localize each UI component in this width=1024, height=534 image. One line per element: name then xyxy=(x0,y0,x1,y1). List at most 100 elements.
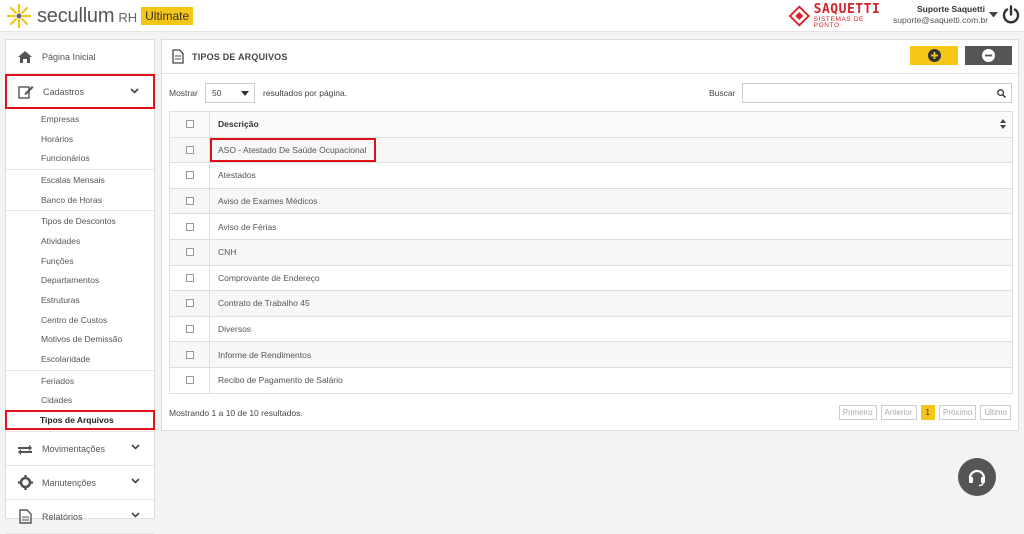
sidebar-item-label: Manutenções xyxy=(42,477,97,488)
row-select-cell[interactable] xyxy=(169,187,210,215)
delete-button[interactable] xyxy=(965,46,1012,65)
description-cell: Contrato de Trabalho 45 xyxy=(209,290,1013,317)
table-row[interactable]: Aviso de Férias xyxy=(169,213,1013,240)
chevron-down-icon xyxy=(131,478,140,484)
description-text: CNH xyxy=(218,247,237,258)
row-select-cell[interactable] xyxy=(169,162,210,189)
partner-name: SAQUETTI xyxy=(813,1,881,17)
sidebar-item-label: Página Inicial xyxy=(42,51,96,62)
row-checkbox[interactable] xyxy=(185,325,194,334)
submenu-item[interactable]: Estruturas xyxy=(6,290,154,310)
row-select-cell[interactable] xyxy=(169,290,210,317)
submenu-item[interactable]: Funções xyxy=(6,251,154,271)
add-button[interactable] xyxy=(910,46,958,65)
power-icon[interactable] xyxy=(1002,5,1020,25)
description-cell: Diversos xyxy=(209,315,1013,343)
table-row[interactable]: CNH xyxy=(169,238,1013,266)
row-select-cell[interactable] xyxy=(169,315,210,343)
row-checkbox[interactable] xyxy=(185,350,194,359)
exchange-icon xyxy=(16,441,34,457)
row-select-cell[interactable] xyxy=(169,238,210,266)
submenu-item[interactable]: Banco de Horas xyxy=(6,190,154,210)
description-cell: Aviso de Exames Médicos xyxy=(209,187,1013,215)
sidebar-item-cadastros[interactable]: Cadastros xyxy=(5,74,155,109)
description-text: Informe de Rendimentos xyxy=(218,349,312,360)
sidebar-item-relatorios[interactable]: Relatórios xyxy=(6,500,154,534)
row-checkbox[interactable] xyxy=(185,299,194,308)
table-row[interactable]: ASO - Atestado De Saúde Ocupacional xyxy=(169,136,1013,164)
show-label: Mostrar xyxy=(169,88,198,98)
user-info[interactable]: Suporte Saquetti suporte@saquetti.com.br xyxy=(893,4,988,26)
submenu-item[interactable]: Motivos de Demissão xyxy=(6,330,154,350)
description-cell: Comprovante de Endereço xyxy=(209,264,1013,292)
submenu-item[interactable]: Tipos de Arquivos xyxy=(5,410,155,431)
search-input[interactable] xyxy=(742,83,1012,103)
partner-subtitle: SISTEMAS DE PONTO xyxy=(813,15,864,29)
submenu-item[interactable]: Feriados xyxy=(6,371,154,391)
description-text: Recibo de Pagamento de Salário xyxy=(218,375,343,386)
row-checkbox[interactable] xyxy=(185,273,194,282)
submenu-item[interactable]: Tipos de Descontos xyxy=(6,211,154,231)
table-row[interactable]: Comprovante de Endereço xyxy=(169,264,1013,292)
submenu-item[interactable]: Empresas xyxy=(6,109,154,129)
sort-icon[interactable] xyxy=(1000,119,1006,130)
row-select-cell[interactable] xyxy=(169,213,210,240)
description-cell: Aviso de Férias xyxy=(209,213,1013,240)
row-checkbox[interactable] xyxy=(185,376,194,385)
description-text: Comprovante de Endereço xyxy=(218,272,320,283)
select-all-checkbox[interactable] xyxy=(185,120,194,129)
submenu-group: Feriados Cidades Tipos de Arquivos xyxy=(5,371,155,433)
select-all-cell[interactable] xyxy=(169,111,210,138)
table-row[interactable]: Contrato de Trabalho 45 xyxy=(169,290,1013,317)
table-row[interactable]: Informe de Rendimentos xyxy=(169,341,1013,368)
column-header-descricao[interactable]: Descrição xyxy=(209,111,1013,138)
table-row[interactable]: Atestados xyxy=(169,162,1013,189)
app-logo[interactable]: secullum RH Ultimate xyxy=(6,3,194,29)
description-cell: Atestados xyxy=(209,162,1013,189)
submenu-item[interactable]: Escolaridade xyxy=(6,349,154,369)
submenu-item[interactable]: Atividades xyxy=(6,231,154,251)
sidebar-item-movimentacoes[interactable]: Movimentações xyxy=(6,432,154,467)
caret-down-icon[interactable] xyxy=(989,12,998,18)
page-size-select[interactable]: 50 xyxy=(205,83,255,103)
headset-icon xyxy=(968,469,986,487)
row-checkbox[interactable] xyxy=(185,145,194,154)
description-text: Diversos xyxy=(218,324,252,335)
sidebar: Página Inicial Cadastros Empresas Horário… xyxy=(5,39,155,534)
pager-prev[interactable]: Anterior xyxy=(880,405,917,420)
page-title: TIPOS DE ARQUIVOS xyxy=(192,51,288,62)
submenu-item[interactable]: Funcionários xyxy=(6,148,154,168)
table-controls: Mostrar 50 resultados por página. Buscar xyxy=(169,83,1013,103)
logo-rh: RH xyxy=(118,9,138,25)
submenu-item[interactable]: Departamentos xyxy=(6,271,154,291)
pager-first[interactable]: Primeiro xyxy=(838,405,877,420)
row-checkbox[interactable] xyxy=(185,171,194,180)
row-select-cell[interactable] xyxy=(169,264,210,292)
pager-last[interactable]: Último xyxy=(980,405,1011,420)
pager-current[interactable]: 1 xyxy=(920,405,935,420)
sidebar-item-home[interactable]: Página Inicial xyxy=(6,40,154,74)
submenu-item[interactable]: Horários xyxy=(6,129,154,149)
panel-header: TIPOS DE ARQUIVOS xyxy=(162,40,1018,74)
row-select-cell[interactable] xyxy=(169,366,210,394)
row-select-cell[interactable] xyxy=(169,136,210,164)
submenu-item[interactable]: Centro de Custos xyxy=(6,310,154,330)
submenu-item[interactable]: Escalas Mensais xyxy=(6,170,154,190)
search-icon xyxy=(997,89,1006,98)
row-checkbox[interactable] xyxy=(185,197,194,206)
row-checkbox[interactable] xyxy=(185,248,194,257)
description-cell: Recibo de Pagamento de Salário xyxy=(209,366,1013,394)
submenu-group: Escalas Mensais Banco de Horas xyxy=(6,170,154,212)
submenu-item[interactable]: Cidades xyxy=(6,391,154,411)
table-row[interactable]: Aviso de Exames Médicos xyxy=(169,187,1013,215)
row-select-cell[interactable] xyxy=(169,341,210,368)
support-chat-button[interactable] xyxy=(958,458,996,496)
description-cell: CNH xyxy=(209,238,1013,266)
sidebar-item-manutencoes[interactable]: Manutenções xyxy=(6,466,154,501)
logo-text: secullum xyxy=(37,4,115,27)
table-row[interactable]: Diversos xyxy=(169,315,1013,343)
edit-icon xyxy=(17,84,35,100)
row-checkbox[interactable] xyxy=(185,222,194,231)
pager-next[interactable]: Próximo xyxy=(938,405,977,420)
table-row[interactable]: Recibo de Pagamento de Salário xyxy=(169,366,1013,394)
